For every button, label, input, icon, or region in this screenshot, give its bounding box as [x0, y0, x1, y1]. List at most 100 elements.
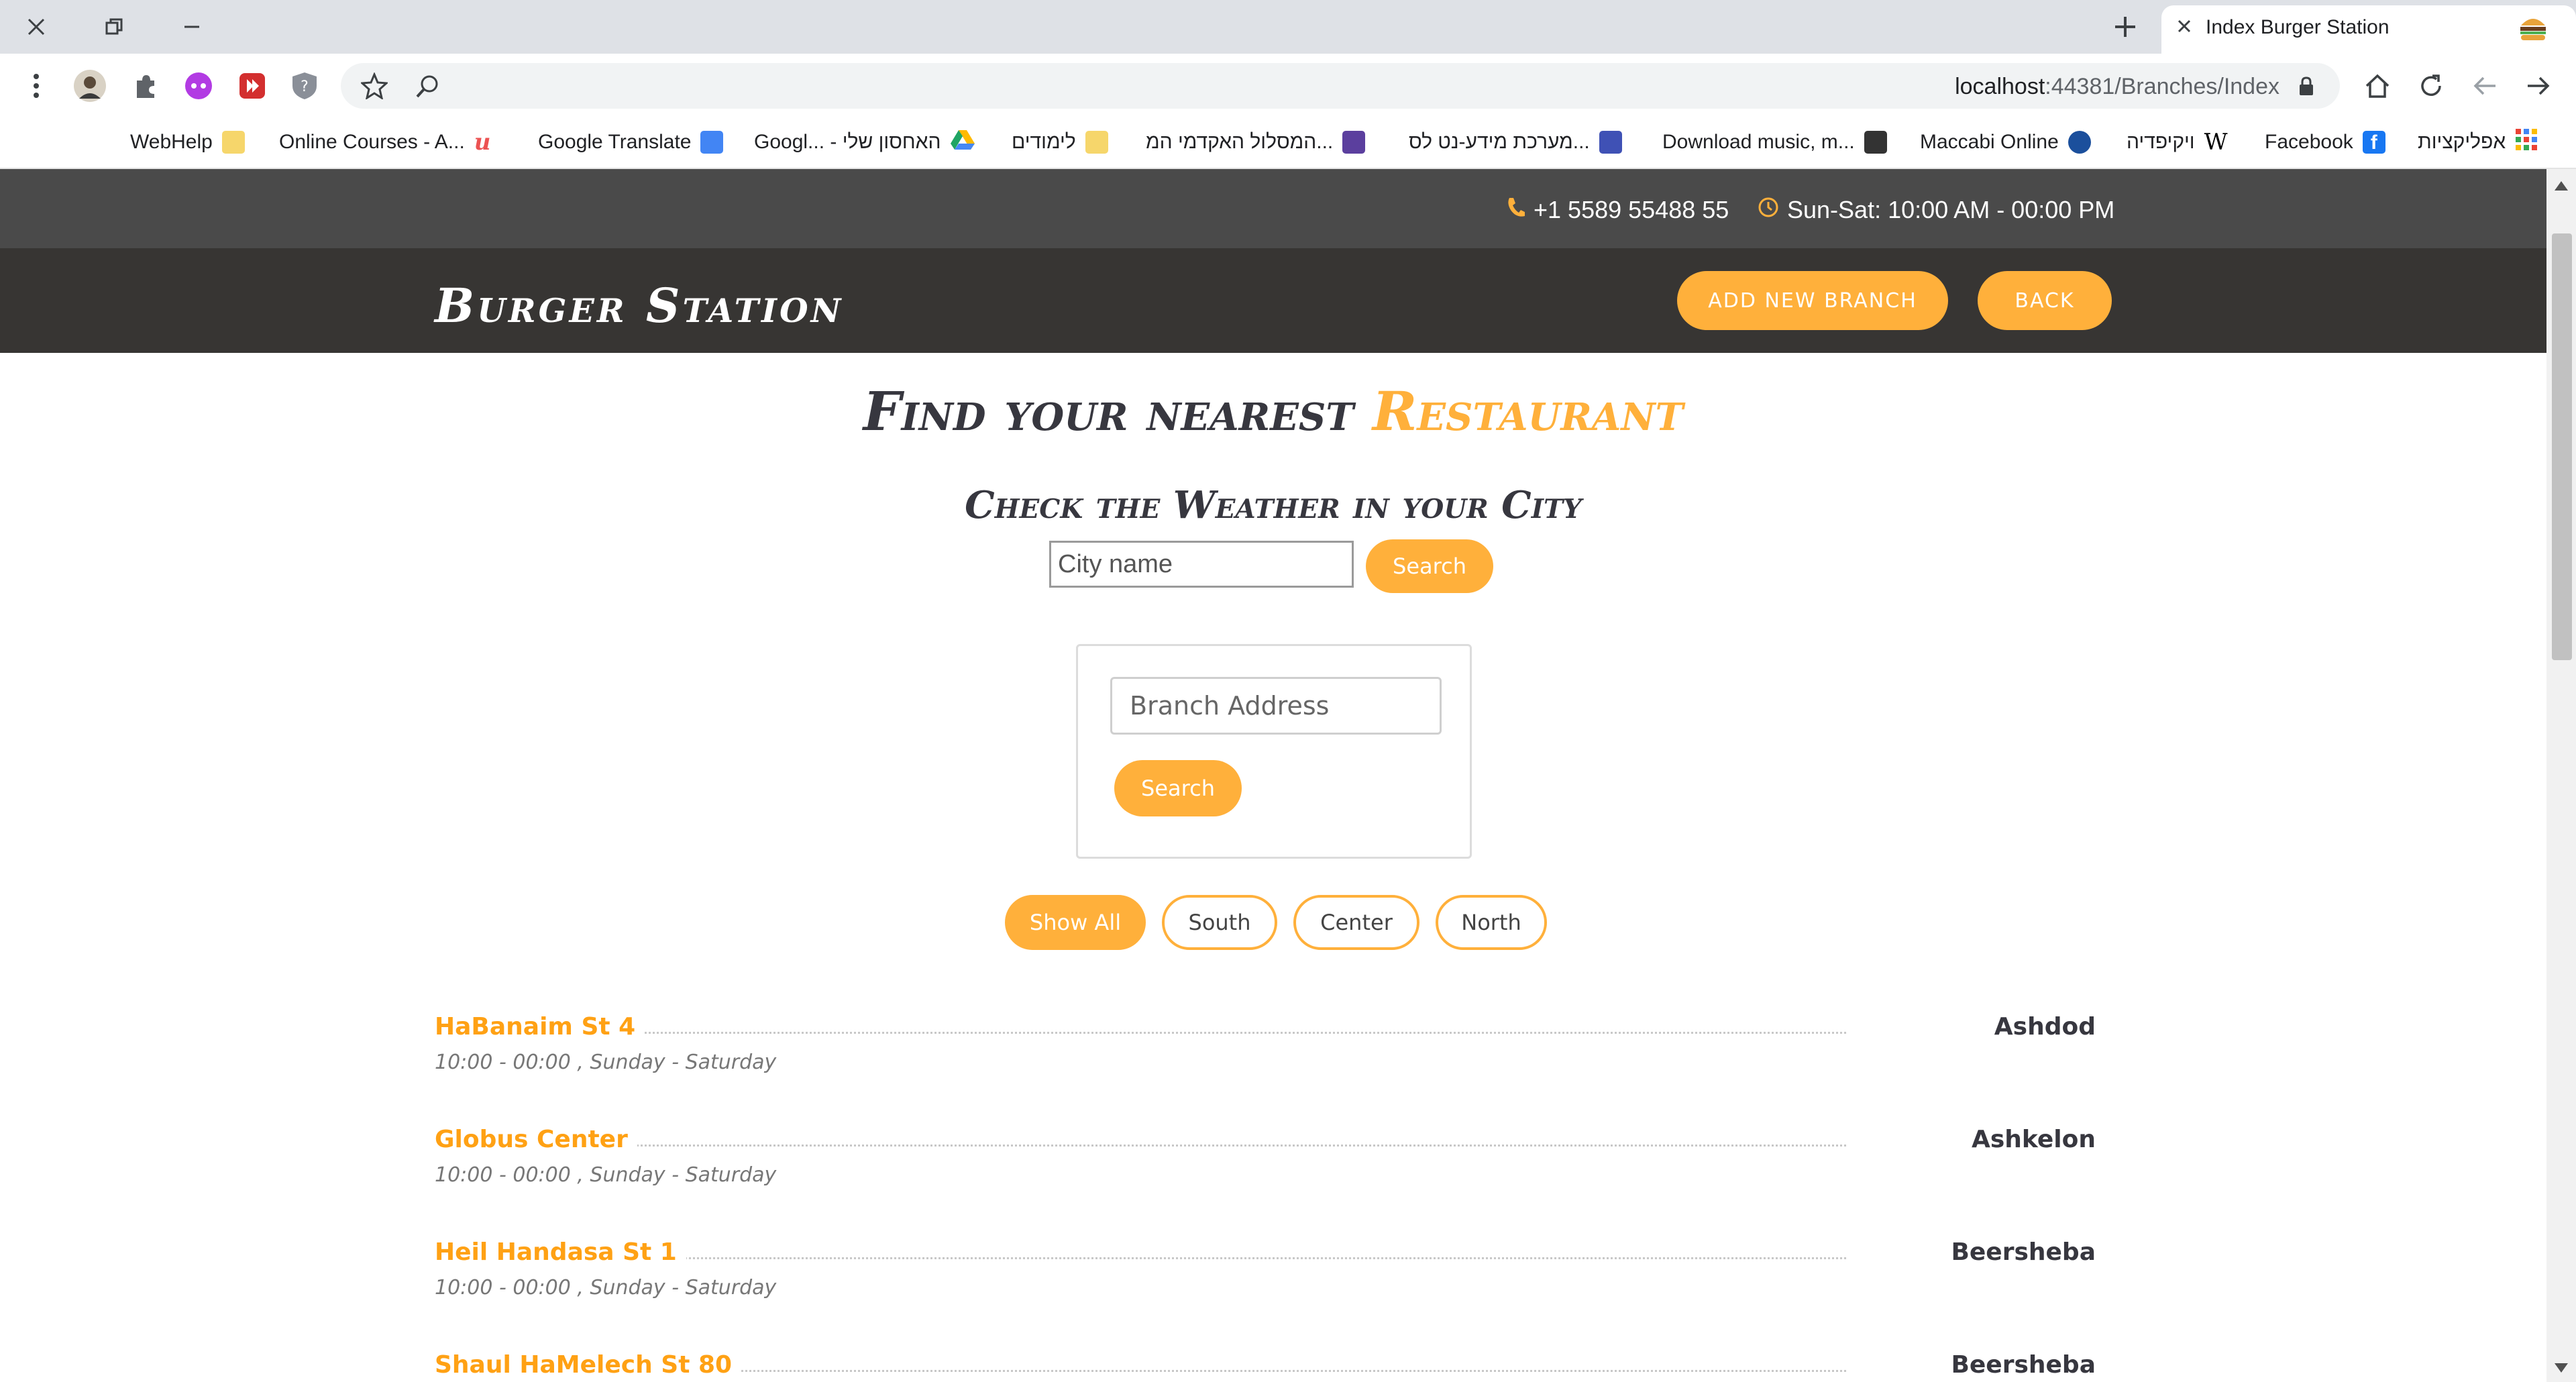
drive-icon	[950, 129, 975, 156]
bookmark-label: Facebook	[2265, 131, 2353, 153]
forward-arrow-icon[interactable]	[2518, 66, 2559, 106]
extension-red-icon[interactable]	[232, 66, 272, 106]
branch-city: Beersheba	[1951, 1238, 2096, 1266]
bookmark-label: WebHelp	[130, 131, 213, 153]
add-new-branch-button[interactable]: ADD NEW BRANCH	[1677, 271, 1948, 330]
branch-search-button[interactable]: Search	[1114, 760, 1242, 816]
branch-city: Ashdod	[1994, 1013, 2096, 1041]
bookmark-wikipedia[interactable]: ויקיפדיה W	[2127, 127, 2228, 157]
branch-row: Shaul HaMelech St 80 Beersheba	[435, 1351, 2096, 1382]
bookmark-label: Googl... - האחסון שלי	[754, 131, 941, 153]
tab-close-icon[interactable]	[2175, 15, 2194, 42]
filter-south[interactable]: South	[1162, 895, 1277, 950]
browser-menu-icon[interactable]	[16, 66, 56, 106]
bookmark-label: מערכת מידע-נט לס...	[1409, 131, 1590, 153]
filter-center[interactable]: Center	[1293, 895, 1419, 950]
scroll-down-arrow-icon[interactable]	[2555, 1363, 2568, 1373]
system-icon	[1599, 131, 1622, 154]
dotted-divider	[435, 1032, 1846, 1034]
home-icon[interactable]	[2357, 66, 2398, 106]
branch-address-input[interactable]	[1110, 677, 1442, 735]
scroll-up-arrow-icon[interactable]	[2555, 181, 2568, 191]
filter-show-all[interactable]: Show All	[1005, 895, 1146, 950]
contact-info-bar: +1 5589 55488 55 Sun-Sat: 10:00 AM - 00:…	[0, 169, 2546, 248]
hours-text: Sun-Sat: 10:00 AM - 00:00 PM	[1787, 196, 2115, 223]
bookmark-info-system[interactable]: מערכת מידע-נט לס...	[1409, 127, 1622, 157]
filter-north[interactable]: North	[1436, 895, 1547, 950]
branch-hours: 10:00 - 00:00 , Sunday - Saturday	[435, 1051, 777, 1074]
branch-row: Globus Center Ashkelon 10:00 - 00:00 , S…	[435, 1126, 2096, 1206]
branch-address[interactable]: HaBanaim St 4	[435, 1013, 645, 1041]
branch-search-panel: Search	[1076, 644, 1472, 859]
scrollbar-thumb[interactable]	[2552, 233, 2572, 660]
restore-window-icon[interactable]	[93, 5, 136, 48]
music-icon	[1864, 131, 1887, 154]
bookmark-label: לימודים	[1012, 131, 1076, 153]
burger-favicon-icon	[2517, 12, 2549, 44]
clock-icon	[1758, 196, 1779, 224]
site-logo[interactable]: Burger Station	[435, 278, 843, 333]
tab-title: Index Burger Station	[2206, 16, 2390, 38]
bookmark-maccabi[interactable]: Maccabi Online	[1920, 127, 2091, 157]
branch-address[interactable]: Globus Center	[435, 1126, 637, 1153]
folder-icon	[221, 131, 245, 154]
bookmark-label: Maccabi Online	[1920, 131, 2059, 153]
phone-icon	[1507, 196, 1525, 224]
facebook-icon: f	[2362, 131, 2385, 154]
bookmark-star-icon[interactable]	[360, 72, 389, 102]
dotted-divider	[435, 1145, 1846, 1147]
bookmark-google-translate[interactable]: Google Translate	[538, 127, 724, 157]
bookmark-academic-track[interactable]: המסלול האקדמי המ...	[1146, 127, 1366, 157]
bookmark-studies[interactable]: לימודים	[1012, 127, 1108, 157]
address-bar[interactable]: localhost:44381/Branches/Index	[341, 63, 2340, 109]
bookmark-online-courses[interactable]: Online Courses - A... u	[279, 127, 491, 157]
new-tab-plus-icon[interactable]	[2104, 5, 2147, 48]
bookmark-webhelp[interactable]: WebHelp	[130, 127, 245, 157]
reload-icon[interactable]	[2411, 66, 2451, 106]
url-path: :44381/Branches/Index	[2045, 74, 2279, 99]
weather-search-button[interactable]: Search	[1366, 539, 1493, 593]
branch-address[interactable]: Heil Handasa St 1	[435, 1238, 686, 1266]
zoom-search-icon[interactable]	[415, 72, 441, 102]
bookmark-download-music[interactable]: Download music, m...	[1662, 127, 1887, 157]
extensions-puzzle-icon[interactable]	[125, 66, 165, 106]
back-button[interactable]: BACK	[1978, 271, 2112, 330]
phone-contact[interactable]: +1 5589 55488 55	[1507, 196, 1729, 224]
profile-avatar-icon[interactable]	[70, 66, 110, 106]
bookmark-label: Online Courses - A...	[279, 131, 465, 153]
page-title: Find your nearest Restaurant	[0, 380, 2546, 443]
city-name-input[interactable]	[1049, 541, 1354, 588]
apps-grid-icon	[2515, 128, 2538, 156]
browser-tab-active[interactable]: Index Burger Station	[2161, 5, 2576, 54]
bookmark-label: אפליקציות	[2418, 131, 2506, 153]
branch-row: HaBanaim St 4 Ashdod 10:00 - 00:00 , Sun…	[435, 1013, 2096, 1094]
branch-address[interactable]: Shaul HaMelech St 80	[435, 1351, 742, 1379]
browser-tab-bar: Index Burger Station	[0, 0, 2576, 54]
weather-title: Check the Weather in your City	[965, 483, 1582, 527]
academic-icon	[1342, 131, 1366, 154]
branch-row: Heil Handasa St 1 Beersheba 10:00 - 00:0…	[435, 1238, 2096, 1319]
back-arrow-icon[interactable]	[2465, 66, 2505, 106]
folder-icon	[1085, 131, 1108, 154]
bookmark-label: Google Translate	[538, 131, 692, 153]
page-title-main: Find your nearest	[863, 380, 1373, 443]
branch-city: Beersheba	[1951, 1351, 2096, 1379]
url-text: localhost:44381/Branches/Index	[1955, 74, 2279, 100]
page-scrollbar[interactable]	[2546, 169, 2576, 1382]
lock-icon[interactable]	[2298, 76, 2314, 99]
url-host: localhost	[1955, 74, 2045, 99]
branch-hours: 10:00 - 00:00 , Sunday - Saturday	[435, 1163, 777, 1187]
bookmark-facebook[interactable]: Facebook f	[2265, 127, 2385, 157]
opening-hours: Sun-Sat: 10:00 AM - 00:00 PM	[1758, 196, 2114, 224]
extension-shield-icon[interactable]: ?	[284, 66, 325, 106]
svg-text:?: ?	[301, 78, 309, 95]
browser-toolbar: ? localhost:44381/Branches/Index	[0, 54, 2576, 118]
bookmark-label: המסלול האקדמי המ...	[1146, 131, 1334, 153]
extension-purple-icon[interactable]	[178, 66, 219, 106]
bookmark-apps[interactable]: אפליקציות	[2418, 127, 2538, 157]
bookmarks-bar: WebHelp Online Courses - A... u Google T…	[0, 118, 2576, 169]
close-window-icon[interactable]	[15, 5, 58, 48]
bookmark-google-drive[interactable]: Googl... - האחסון שלי	[754, 127, 975, 157]
wikipedia-icon: W	[2204, 129, 2228, 156]
minimize-window-icon[interactable]	[170, 5, 213, 48]
